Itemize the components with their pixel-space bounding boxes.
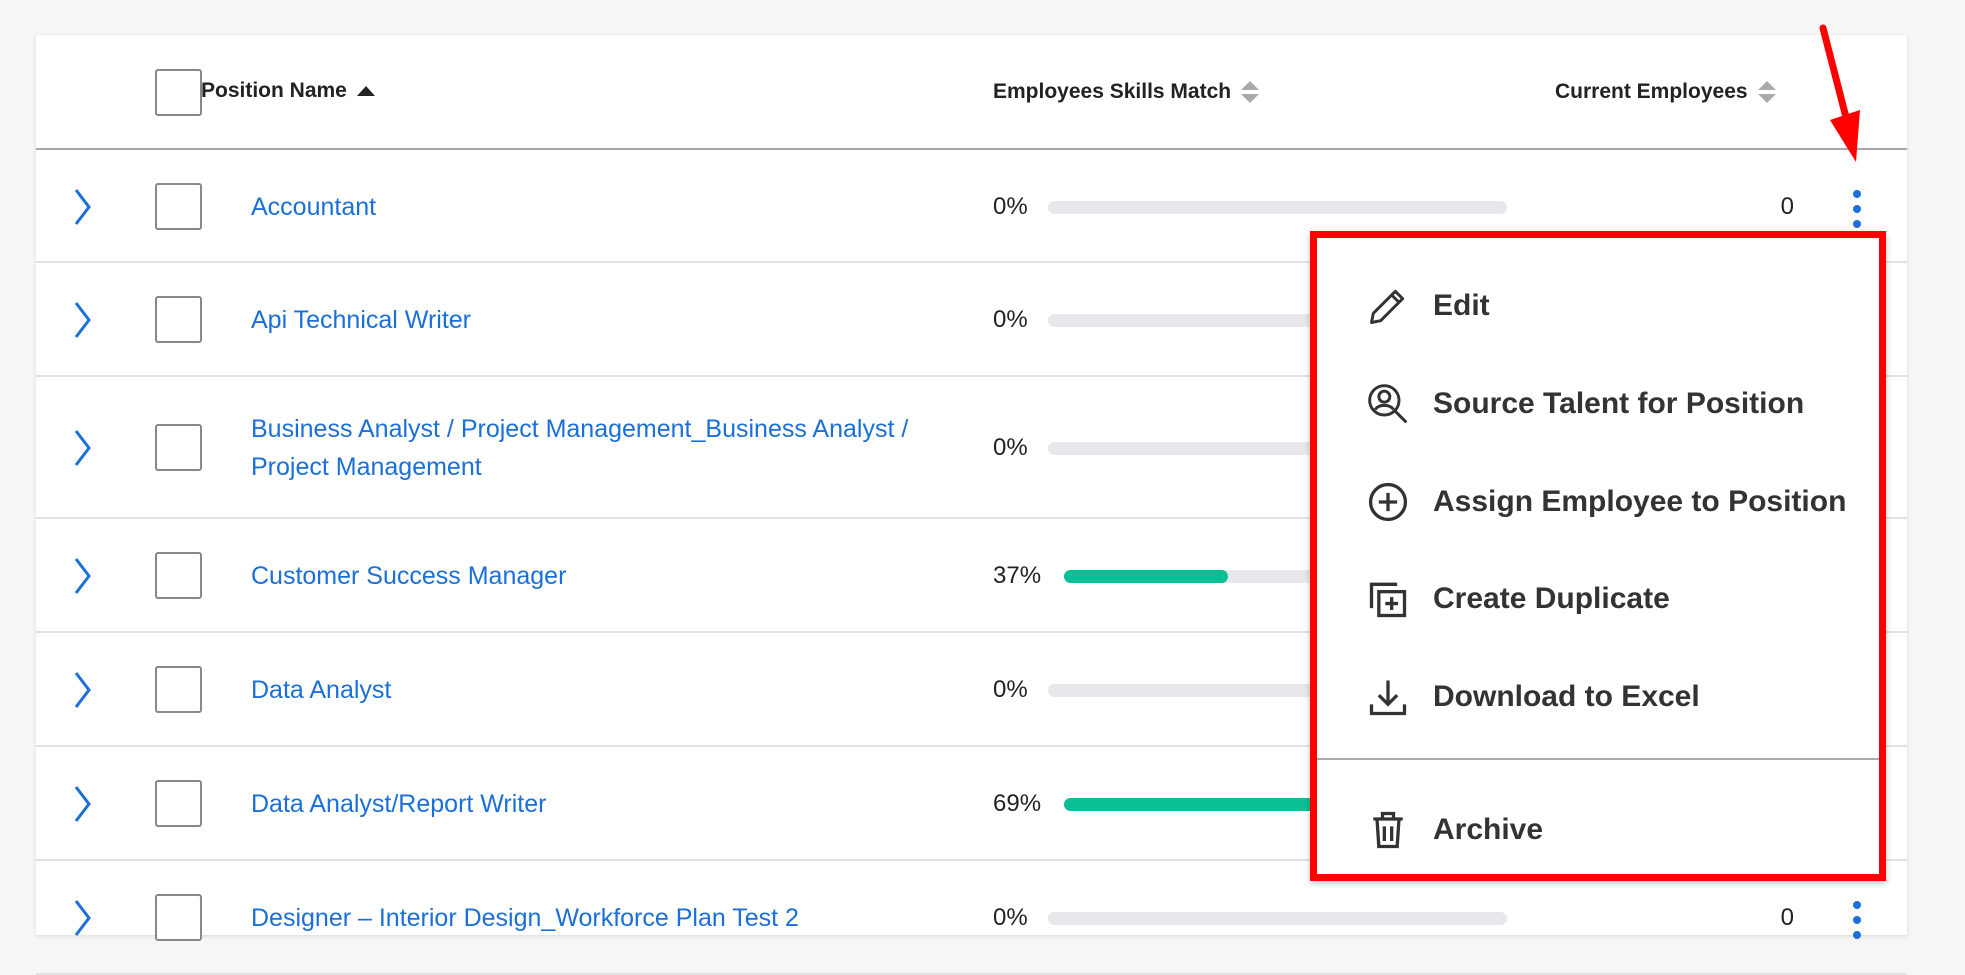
row-checkbox[interactable] bbox=[155, 424, 202, 471]
row-checkbox[interactable] bbox=[155, 666, 202, 713]
menu-item-create-duplicate[interactable]: Create Duplicate bbox=[1317, 564, 1879, 634]
skills-match-percent: 0% bbox=[993, 904, 1028, 931]
skills-match-percent: 37% bbox=[993, 562, 1042, 589]
annotation-arrow bbox=[1819, 24, 1860, 162]
sort-icon bbox=[1757, 81, 1776, 103]
position-name-link[interactable]: Accountant bbox=[251, 188, 911, 226]
skills-match-percent: 0% bbox=[993, 434, 1028, 461]
pencil-icon bbox=[1370, 289, 1405, 324]
expand-chevron-icon[interactable] bbox=[70, 300, 94, 340]
trash-icon bbox=[1373, 811, 1403, 849]
download-icon bbox=[1369, 680, 1407, 716]
expand-chevron-icon[interactable] bbox=[70, 556, 94, 596]
plus-circle-icon bbox=[1368, 482, 1408, 522]
position-name-link[interactable]: Customer Success Manager bbox=[251, 557, 911, 595]
menu-item-archive[interactable]: Archive bbox=[1317, 795, 1879, 865]
more-options-icon[interactable] bbox=[1851, 901, 1863, 945]
skills-match-percent: 0% bbox=[993, 306, 1028, 333]
search-person-icon bbox=[1368, 384, 1408, 424]
skills-match-bar bbox=[1048, 912, 1507, 925]
row-checkbox[interactable] bbox=[155, 894, 202, 941]
column-label: Current Employees bbox=[1555, 80, 1748, 103]
more-options-icon[interactable] bbox=[1851, 189, 1863, 234]
skills-match-fill bbox=[1064, 570, 1228, 583]
menu-divider bbox=[1317, 758, 1879, 760]
skills-match-percent: 0% bbox=[993, 192, 1028, 220]
menu-item-assign-employee[interactable]: Assign Employee to Position bbox=[1317, 467, 1879, 537]
table-header: Position Name Employees Skills Match Cur… bbox=[36, 35, 1907, 150]
menu-item-label: Create Duplicate bbox=[1433, 582, 1670, 615]
column-label: Position Name bbox=[201, 79, 347, 102]
menu-item-label: Download to Excel bbox=[1433, 680, 1700, 713]
current-employees-count: 0 bbox=[1780, 192, 1794, 220]
menu-item-source-talent[interactable]: Source Talent for Position bbox=[1317, 369, 1879, 439]
skills-match-bar bbox=[1048, 200, 1507, 214]
menu-item-label: Archive bbox=[1433, 813, 1544, 846]
position-name-link[interactable]: Api Technical Writer bbox=[251, 301, 911, 339]
menu-item-download-excel[interactable]: Download to Excel bbox=[1317, 662, 1879, 732]
row-checkbox[interactable] bbox=[155, 296, 202, 343]
position-name-link[interactable]: Designer – Interior Design_Workforce Pla… bbox=[251, 899, 911, 937]
sort-ascending-icon bbox=[356, 86, 375, 96]
skills-match-percent: 0% bbox=[993, 676, 1028, 703]
select-all-checkbox[interactable] bbox=[155, 69, 202, 116]
expand-chevron-icon[interactable] bbox=[70, 428, 94, 468]
expand-chevron-icon[interactable] bbox=[70, 784, 94, 824]
menu-item-label: Source Talent for Position bbox=[1433, 387, 1805, 420]
expand-chevron-icon[interactable] bbox=[70, 187, 94, 227]
sort-icon bbox=[1241, 81, 1260, 103]
expand-chevron-icon[interactable] bbox=[70, 670, 94, 710]
skills-match-percent: 69% bbox=[993, 790, 1042, 817]
duplicate-icon bbox=[1369, 582, 1407, 618]
current-employees-count: 0 bbox=[1780, 904, 1794, 931]
column-label: Employees Skills Match bbox=[993, 80, 1232, 103]
menu-item-label: Assign Employee to Position bbox=[1433, 485, 1847, 518]
menu-item-edit[interactable]: Edit bbox=[1317, 271, 1879, 341]
position-name-link[interactable]: Business Analyst / Project Management_Bu… bbox=[251, 410, 911, 486]
row-actions-menu: Edit Source Talent for Position Assign E… bbox=[1310, 231, 1886, 881]
column-skills-match[interactable]: Employees Skills Match bbox=[993, 79, 1260, 105]
column-current-employees[interactable]: Current Employees bbox=[1555, 79, 1776, 105]
position-name-link[interactable]: Data Analyst/Report Writer bbox=[251, 785, 911, 823]
expand-chevron-icon[interactable] bbox=[70, 898, 94, 938]
menu-item-label: Edit bbox=[1433, 289, 1490, 322]
column-position-name[interactable]: Position Name bbox=[201, 79, 375, 103]
position-name-link[interactable]: Data Analyst bbox=[251, 671, 911, 709]
row-checkbox[interactable] bbox=[155, 780, 202, 827]
row-checkbox[interactable] bbox=[155, 552, 202, 599]
row-checkbox[interactable] bbox=[155, 182, 202, 230]
